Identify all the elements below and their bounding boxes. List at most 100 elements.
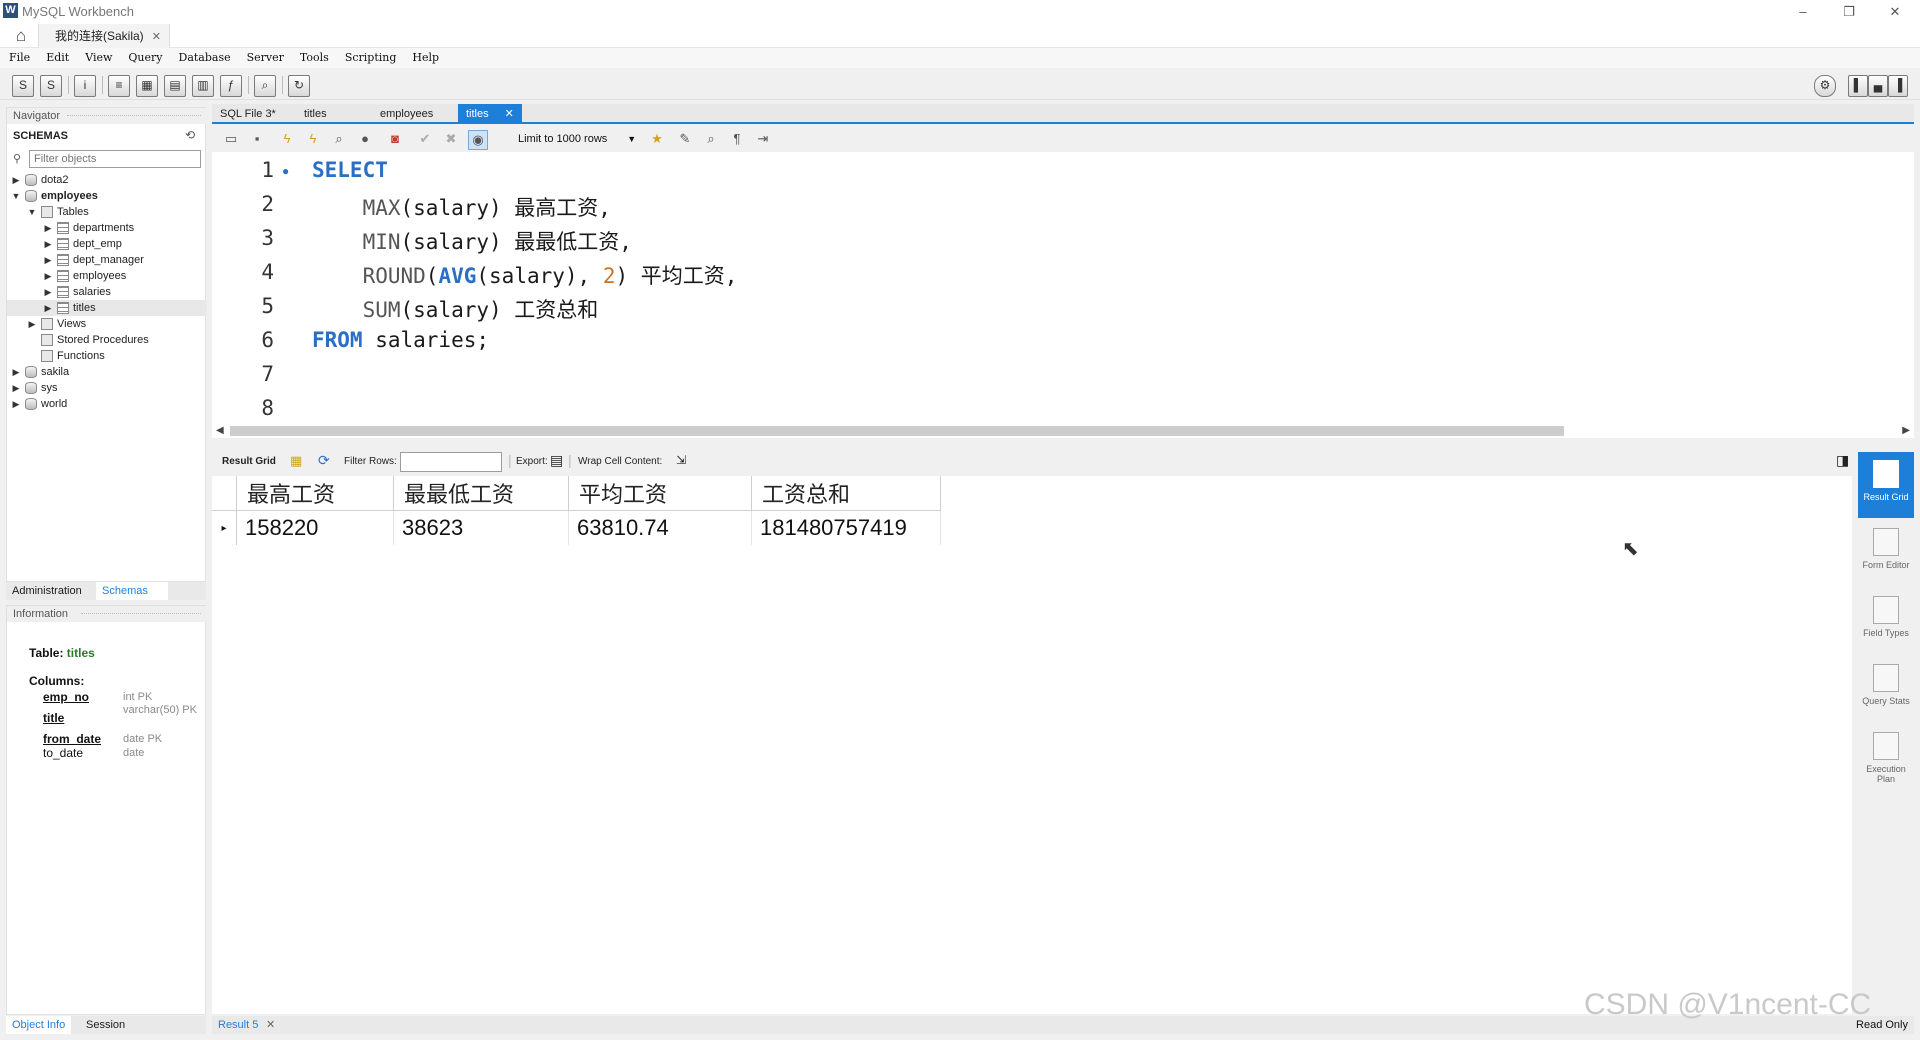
- tab-employees[interactable]: employees: [372, 104, 441, 124]
- menu-help[interactable]: Help: [403, 48, 446, 68]
- filter-objects-input[interactable]: [29, 150, 201, 168]
- result-cell[interactable]: 181480757419: [751, 510, 941, 545]
- open-file-icon[interactable]: ▭: [222, 130, 240, 148]
- tree-item[interactable]: ▶ departments: [7, 220, 207, 236]
- result-grid-label[interactable]: Result Grid: [222, 456, 276, 467]
- tree-item[interactable]: Functions: [7, 348, 207, 364]
- restore-button[interactable]: ❐: [1826, 0, 1872, 24]
- field-types-button[interactable]: Field Types: [1858, 588, 1914, 654]
- collapsed-arrow-icon[interactable]: ▶: [11, 380, 21, 396]
- execute-current-icon[interactable]: ϟ: [304, 130, 322, 148]
- create-table-icon[interactable]: ▦: [136, 75, 158, 97]
- menu-server[interactable]: Server: [238, 48, 291, 68]
- tree-item[interactable]: ▼ Tables: [7, 204, 207, 220]
- tree-item[interactable]: Stored Procedures: [7, 332, 207, 348]
- tab-administration[interactable]: Administration: [6, 582, 88, 600]
- scrollbar-thumb[interactable]: [230, 426, 1564, 436]
- collapsed-arrow-icon[interactable]: ▶: [43, 300, 53, 316]
- toggle-sidebar-icon[interactable]: ▌: [1848, 75, 1868, 97]
- toggle-panel-icon[interactable]: ◨: [1836, 452, 1849, 469]
- autocommit-icon[interactable]: ◉: [468, 130, 488, 150]
- tab-object-info[interactable]: Object Info: [6, 1016, 72, 1034]
- filter-rows-input[interactable]: [400, 452, 502, 472]
- tree-item[interactable]: ▶ salaries: [7, 284, 207, 300]
- rollback-icon[interactable]: ✖: [442, 130, 460, 148]
- tab-sql-file-3[interactable]: SQL File 3*: [212, 104, 284, 124]
- open-sql-script-icon[interactable]: S: [40, 75, 62, 97]
- collapsed-arrow-icon[interactable]: ▶: [27, 316, 37, 332]
- column-header[interactable]: 工资总和: [751, 476, 941, 511]
- collapsed-arrow-icon[interactable]: ▶: [43, 220, 53, 236]
- connection-tab[interactable]: 我的连接(Sakila) ✕: [38, 24, 170, 48]
- grid-icon[interactable]: ▦: [290, 453, 302, 469]
- collapsed-arrow-icon[interactable]: ▶: [11, 172, 21, 188]
- execute-icon[interactable]: ϟ: [278, 130, 296, 148]
- toggle-secondary-sidebar-icon[interactable]: ▐: [1888, 75, 1908, 97]
- limit-rows-select[interactable]: Limit to 1000 rows ▼: [518, 130, 636, 148]
- code-line[interactable]: MIN(salary) 最最低工资,: [312, 226, 632, 256]
- add-snippet-icon[interactable]: ★: [648, 130, 666, 148]
- menu-edit[interactable]: Edit: [37, 48, 76, 68]
- tree-item[interactable]: ▶ dota2: [7, 172, 207, 188]
- scroll-right-icon[interactable]: ▶: [1902, 424, 1910, 438]
- sql-editor[interactable]: ● 1 SELECT 2 MAX(salary) 最高工资, 3 MIN(salary…: [212, 152, 1914, 424]
- editor-horizontal-scrollbar[interactable]: ◀ ▶: [212, 424, 1914, 438]
- home-icon[interactable]: ⌂: [8, 26, 34, 46]
- code-line[interactable]: SELECT: [312, 158, 388, 182]
- close-button[interactable]: ✕: [1872, 0, 1918, 24]
- fold-marker-icon[interactable]: ●: [282, 164, 289, 178]
- tab-schemas[interactable]: Schemas: [96, 582, 168, 600]
- row-indicator-icon[interactable]: ▸: [212, 510, 237, 545]
- tab-session[interactable]: Session: [80, 1016, 131, 1034]
- commit-icon[interactable]: ✔: [416, 130, 434, 148]
- code-line[interactable]: MAX(salary) 最高工资,: [312, 192, 611, 222]
- settings-gear-icon[interactable]: ⚙: [1814, 75, 1836, 97]
- menu-query[interactable]: Query: [119, 48, 169, 68]
- tab-close-icon[interactable]: ✕: [505, 108, 514, 120]
- invisible-chars-icon[interactable]: ¶: [728, 130, 746, 148]
- execution-plan-button[interactable]: Execution Plan: [1858, 724, 1914, 790]
- table-row[interactable]: ▸ 158220 38623 63810.74 181480757419: [212, 510, 941, 545]
- tree-item[interactable]: ▶ titles: [7, 300, 207, 316]
- query-stats-button[interactable]: Query Stats: [1858, 656, 1914, 722]
- collapsed-arrow-icon[interactable]: ▶: [11, 364, 21, 380]
- word-wrap-icon[interactable]: ⇥: [754, 130, 772, 148]
- tab-titles[interactable]: titles: [296, 104, 335, 124]
- collapsed-arrow-icon[interactable]: ▶: [43, 268, 53, 284]
- menu-scripting[interactable]: Scripting: [336, 48, 404, 68]
- connection-tab-close-icon[interactable]: ✕: [152, 31, 161, 43]
- inspector-icon[interactable]: i: [74, 75, 96, 97]
- beautify-icon[interactable]: ✎: [676, 130, 694, 148]
- code-line[interactable]: FROM salaries;: [312, 328, 489, 352]
- collapsed-arrow-icon[interactable]: ▶: [43, 236, 53, 252]
- menu-file[interactable]: File: [0, 48, 37, 68]
- form-editor-button[interactable]: Form Editor: [1858, 520, 1914, 586]
- expanded-arrow-icon[interactable]: ▼: [27, 204, 37, 220]
- result-cell[interactable]: 63810.74: [568, 510, 752, 545]
- tree-item[interactable]: ▶ Views: [7, 316, 207, 332]
- save-icon[interactable]: ▪: [248, 130, 266, 148]
- tree-item[interactable]: ▶ world: [7, 396, 207, 412]
- result-cell[interactable]: 38623: [393, 510, 569, 545]
- create-view-icon[interactable]: ▤: [164, 75, 186, 97]
- menu-view[interactable]: View: [76, 48, 119, 68]
- column-header[interactable]: 最高工资: [236, 476, 394, 511]
- tree-item[interactable]: ▶ dept_manager: [7, 252, 207, 268]
- create-function-icon[interactable]: ƒ: [220, 75, 242, 97]
- tree-item[interactable]: ▶ employees: [7, 268, 207, 284]
- code-line[interactable]: ROUND(AVG(salary), 2) 平均工资,: [312, 260, 738, 290]
- wrap-icon[interactable]: ⇲: [676, 453, 686, 467]
- refresh-icon[interactable]: ⟲: [185, 128, 195, 142]
- tree-item[interactable]: ▶ sakila: [7, 364, 207, 380]
- tab-titles-active[interactable]: titles ✕: [458, 104, 522, 124]
- new-sql-tab-icon[interactable]: S: [12, 75, 34, 97]
- code-line[interactable]: SUM(salary) 工资总和: [312, 294, 599, 324]
- menu-database[interactable]: Database: [170, 48, 238, 68]
- refresh-icon[interactable]: ⟳: [318, 452, 330, 469]
- tree-item[interactable]: ▶ sys: [7, 380, 207, 396]
- find-icon[interactable]: ⌕: [702, 130, 720, 148]
- export-icon[interactable]: ▤: [550, 452, 563, 469]
- explain-icon[interactable]: ⌕: [330, 130, 348, 148]
- tree-item[interactable]: ▶ dept_emp: [7, 236, 207, 252]
- expanded-arrow-icon[interactable]: ▼: [11, 188, 21, 204]
